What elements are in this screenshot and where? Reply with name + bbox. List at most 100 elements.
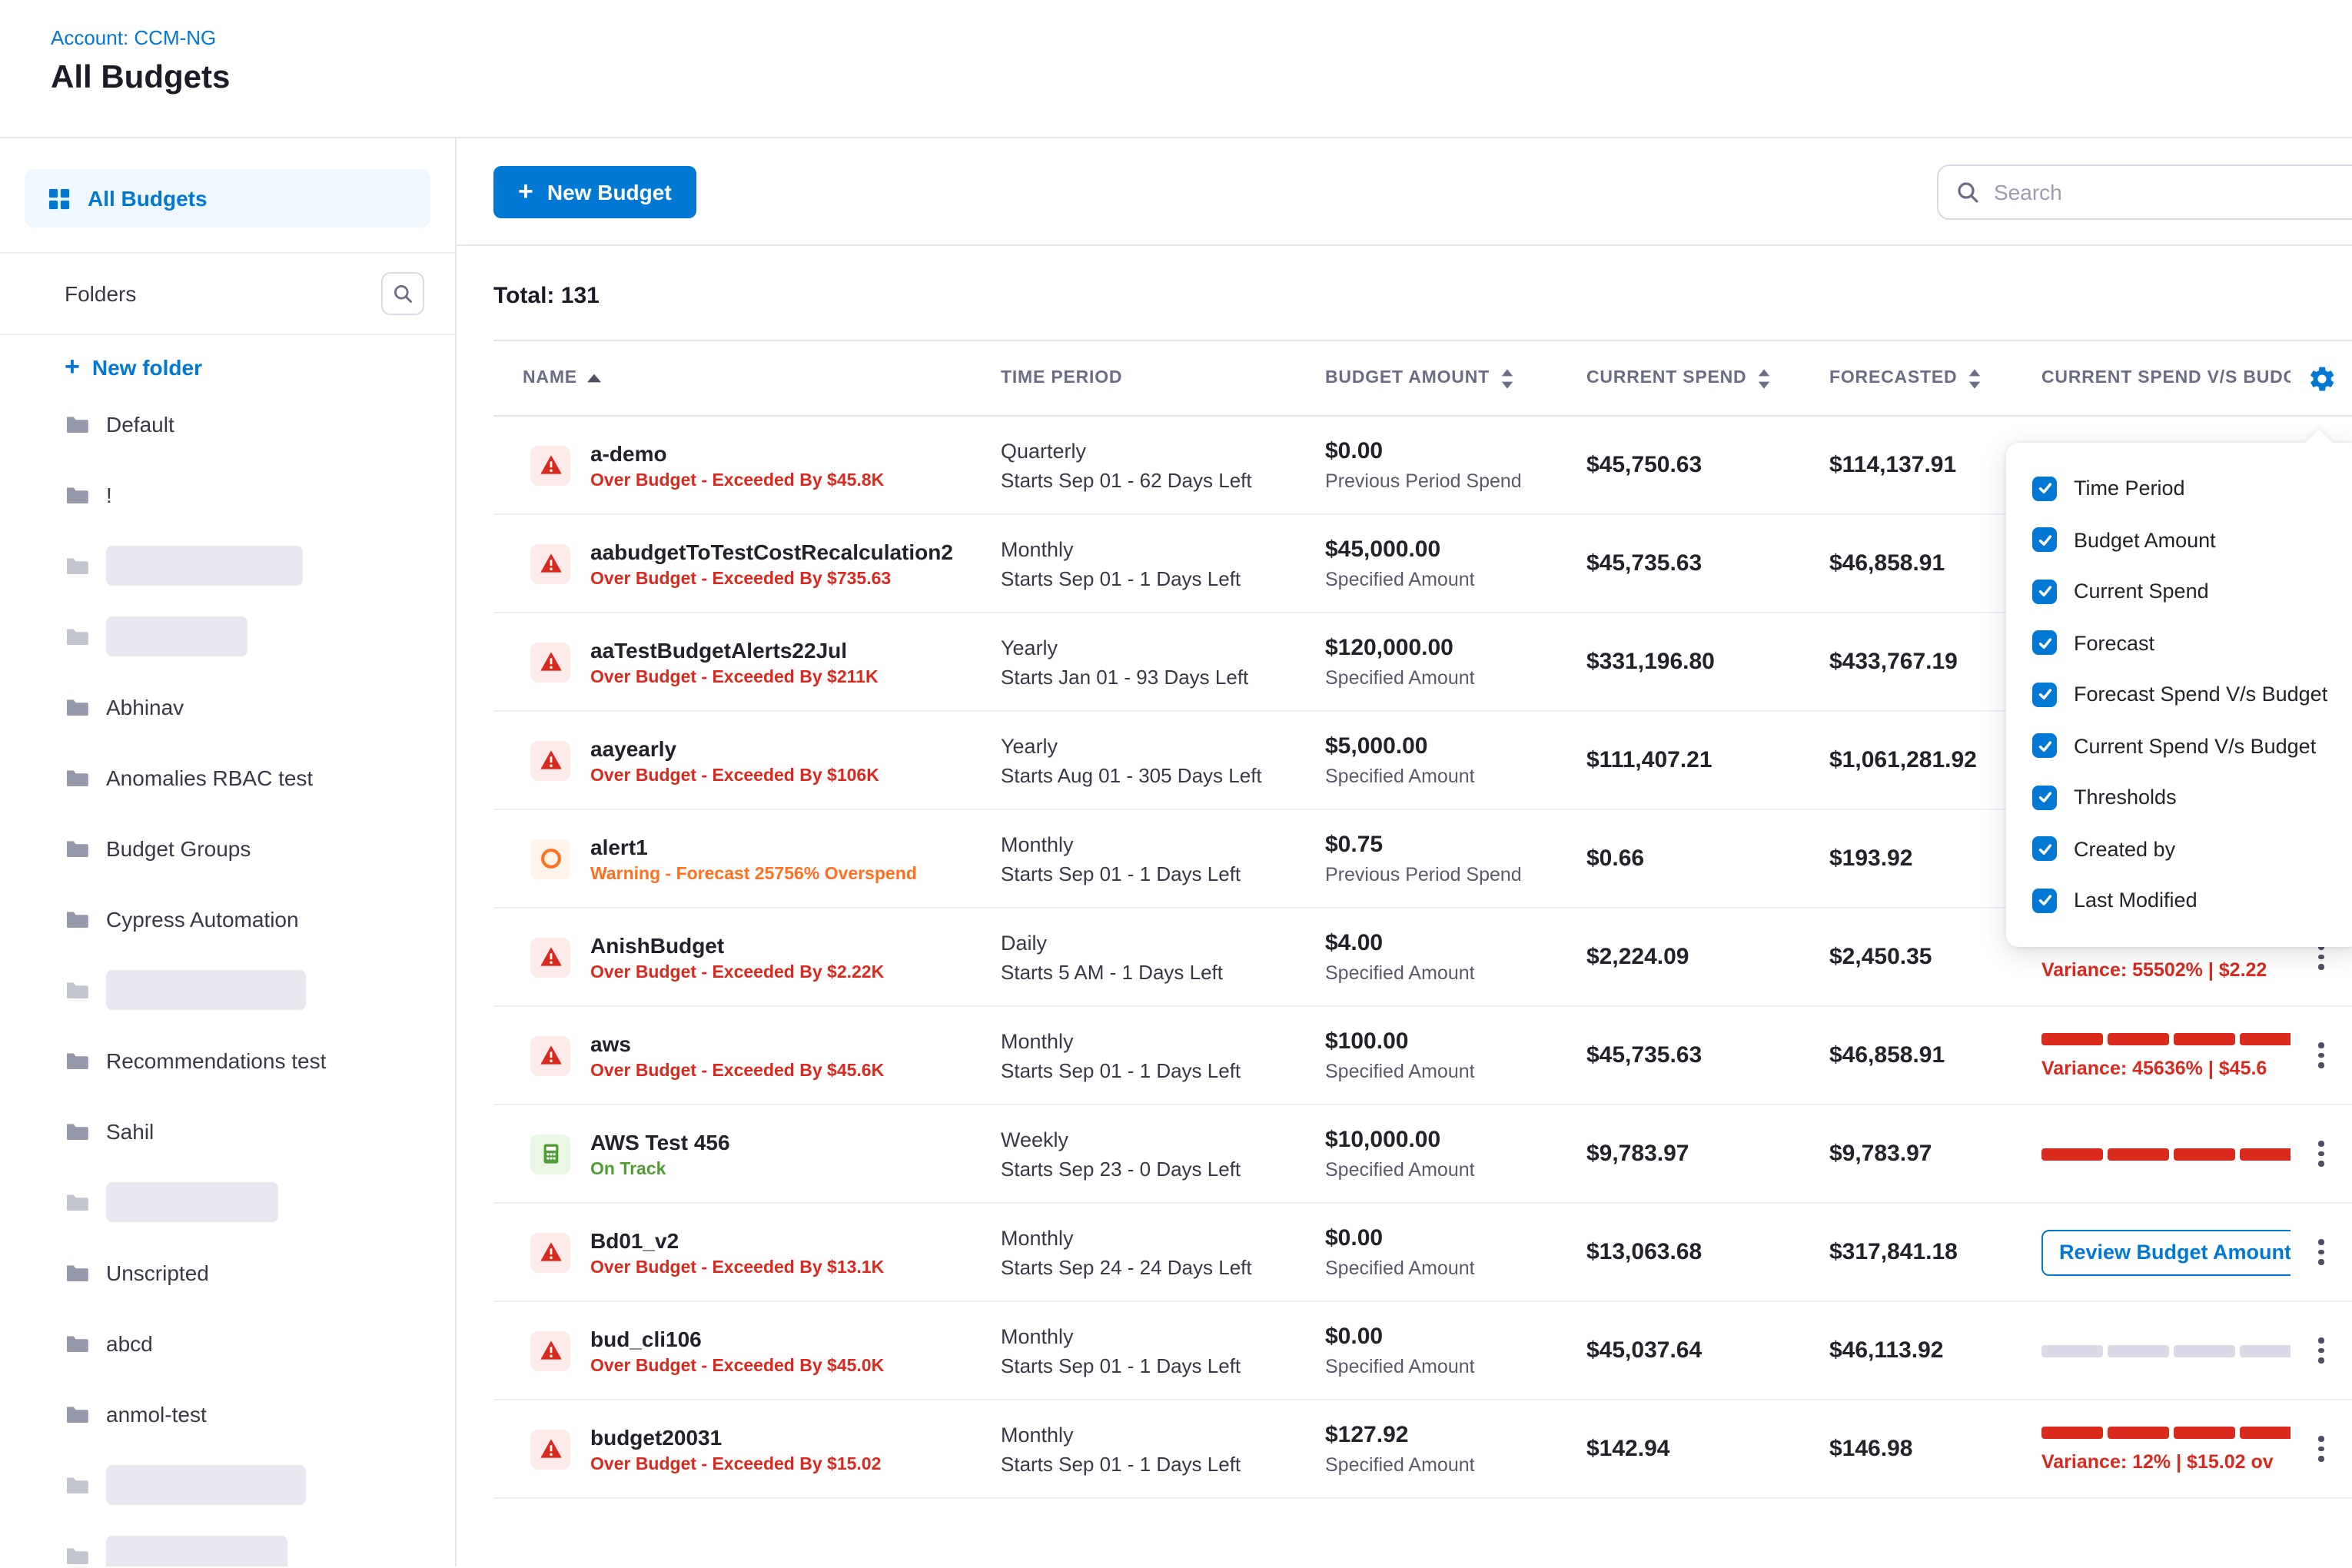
table-row[interactable]: aws Over Budget - Exceeded By $45.6K Mon… (493, 1007, 2352, 1105)
sort-icon (1758, 368, 1772, 388)
column-toggle-label: Time Period (2074, 477, 2185, 500)
column-toggle-item[interactable]: Forecast (2006, 617, 2352, 669)
column-toggle-item[interactable]: Time Period (2006, 463, 2352, 514)
folder-item[interactable] (0, 1167, 455, 1237)
table-row[interactable]: AWS Test 456 On Track Weekly Starts Sep … (493, 1105, 2352, 1204)
column-toggle-label: Created by (2074, 838, 2175, 861)
folder-item[interactable] (0, 1450, 455, 1520)
row-menu-icon[interactable] (2291, 1231, 2352, 1274)
new-folder-button[interactable]: + New folder (0, 335, 455, 389)
time-period-detail: Starts Sep 01 - 1 Days Left (1001, 1354, 1325, 1377)
folder-icon (65, 1119, 89, 1144)
column-toggle-item[interactable]: Forecast Spend V/s Budget (2006, 669, 2352, 720)
column-header[interactable]: NAME (493, 369, 1001, 387)
current-spend: $45,750.63 (1586, 452, 1829, 478)
folder-label: Default (106, 412, 174, 437)
checkbox-checked-icon[interactable] (2032, 580, 2057, 604)
checkbox-checked-icon[interactable] (2032, 683, 2057, 707)
column-toggle-label: Current Spend V/s Budget (2074, 735, 2316, 758)
budget-amount-detail: Specified Amount (1325, 1061, 1586, 1082)
folder-icon (65, 1261, 89, 1285)
row-menu-icon[interactable] (2291, 1329, 2352, 1373)
column-header[interactable]: BUDGET AMOUNT (1325, 368, 1586, 388)
sort-icon (1500, 368, 1514, 388)
budget-amount-detail: Specified Amount (1325, 766, 1586, 787)
budget-amount: $0.75 (1325, 832, 1586, 858)
folder-item[interactable]: Budget Groups (0, 813, 455, 884)
folder-item[interactable] (0, 1520, 455, 1566)
column-toggle-item[interactable]: Current Spend (2006, 566, 2352, 617)
column-toggle-item[interactable]: Budget Amount (2006, 514, 2352, 566)
folder-search-button[interactable] (381, 272, 424, 315)
folder-item[interactable]: ! (0, 460, 455, 530)
budget-name[interactable]: alert1 (590, 834, 917, 859)
column-toggle-item[interactable]: Thresholds (2006, 772, 2352, 823)
folder-item[interactable]: abcd (0, 1308, 455, 1379)
column-toggle-item[interactable]: Created by (2006, 823, 2352, 875)
table-row[interactable]: budget20031 Over Budget - Exceeded By $1… (493, 1400, 2352, 1499)
folder-item[interactable]: Abhinav (0, 672, 455, 742)
time-period-detail: Starts Sep 23 - 0 Days Left (1001, 1157, 1325, 1180)
budget-name[interactable]: budget20031 (590, 1424, 881, 1449)
budget-name[interactable]: aws (590, 1031, 884, 1055)
budget-name[interactable]: aabudgetToTestCostRecalculation2 (590, 539, 953, 563)
folder-item[interactable] (0, 955, 455, 1025)
sidebar: All Budgets Folders + New folder Default (0, 138, 457, 1566)
budget-status-text: Over Budget - Exceeded By $106K (590, 766, 879, 785)
row-menu-icon[interactable] (2291, 1427, 2352, 1471)
budget-status-text: Warning - Forecast 25756% Overspend (590, 865, 917, 883)
column-header[interactable]: CURRENT SPEND (1586, 368, 1829, 388)
folders-header: Folders (0, 254, 455, 335)
folder-item[interactable]: anmol-test (0, 1379, 455, 1450)
checkbox-checked-icon[interactable] (2032, 734, 2057, 759)
row-menu-icon[interactable] (2291, 1132, 2352, 1176)
budget-name[interactable]: aaTestBudgetAlerts22Jul (590, 637, 879, 662)
checkbox-checked-icon[interactable] (2032, 477, 2057, 501)
review-budget-button[interactable]: Review Budget Amount (2041, 1229, 2291, 1275)
account-breadcrumb-link[interactable]: Account: CCM-NG (51, 26, 216, 49)
budget-name[interactable]: bud_cli106 (590, 1326, 884, 1350)
redacted-folder-label (106, 1182, 278, 1222)
budget-name[interactable]: Bd01_v2 (590, 1227, 884, 1252)
checkbox-checked-icon[interactable] (2032, 631, 2057, 656)
budget-status-icon (530, 445, 570, 485)
row-menu-icon[interactable] (2291, 1034, 2352, 1078)
column-header[interactable]: FORECASTED (1829, 368, 2041, 388)
folder-item[interactable]: Recommendations test (0, 1025, 455, 1096)
checkbox-checked-icon[interactable] (2032, 837, 2057, 862)
budget-name[interactable]: AnishBudget (590, 932, 884, 957)
new-budget-button[interactable]: + New Budget (493, 165, 696, 218)
current-spend: $45,735.63 (1586, 550, 1829, 576)
budget-amount-detail: Previous Period Spend (1325, 470, 1586, 492)
search-box (1937, 164, 2352, 219)
budget-amount-detail: Specified Amount (1325, 1159, 1586, 1181)
current-spend: $331,196.80 (1586, 649, 1829, 675)
folder-item[interactable] (0, 530, 455, 601)
folder-item[interactable]: Default (0, 389, 455, 460)
budget-name[interactable]: a-demo (590, 440, 884, 465)
checkbox-checked-icon[interactable] (2032, 528, 2057, 553)
folder-item[interactable]: Anomalies RBAC test (0, 742, 455, 813)
budget-name[interactable]: aayearly (590, 736, 879, 760)
time-period-detail: Starts Sep 01 - 1 Days Left (1001, 566, 1325, 590)
time-period-detail: Starts Sep 01 - 1 Days Left (1001, 862, 1325, 885)
column-toggle-item[interactable]: Current Spend V/s Budget (2006, 720, 2352, 772)
folder-item[interactable]: Sahil (0, 1096, 455, 1167)
current-spend: $13,063.68 (1586, 1239, 1829, 1265)
sidebar-item-all-budgets[interactable]: All Budgets (25, 169, 430, 228)
folder-item[interactable]: Unscripted (0, 1237, 455, 1308)
search-input[interactable] (1994, 179, 2352, 204)
folder-item[interactable] (0, 601, 455, 672)
table-row[interactable]: bud_cli106 Over Budget - Exceeded By $45… (493, 1302, 2352, 1400)
gear-icon[interactable] (2307, 364, 2336, 393)
folder-item[interactable]: Cypress Automation (0, 884, 455, 955)
checkbox-checked-icon[interactable] (2032, 786, 2057, 810)
budget-status-text: Over Budget - Exceeded By $45.6K (590, 1061, 884, 1080)
folder-label: Sahil (106, 1119, 154, 1144)
column-settings-popover: Time Period Budget Amount Current Spend … (2006, 443, 2352, 946)
spend-vs-budget (2041, 1148, 2291, 1160)
column-toggle-item[interactable]: Last Modified (2006, 875, 2352, 926)
budget-name[interactable]: AWS Test 456 (590, 1129, 730, 1154)
checkbox-checked-icon[interactable] (2032, 889, 2057, 913)
table-row[interactable]: Bd01_v2 Over Budget - Exceeded By $13.1K… (493, 1204, 2352, 1302)
